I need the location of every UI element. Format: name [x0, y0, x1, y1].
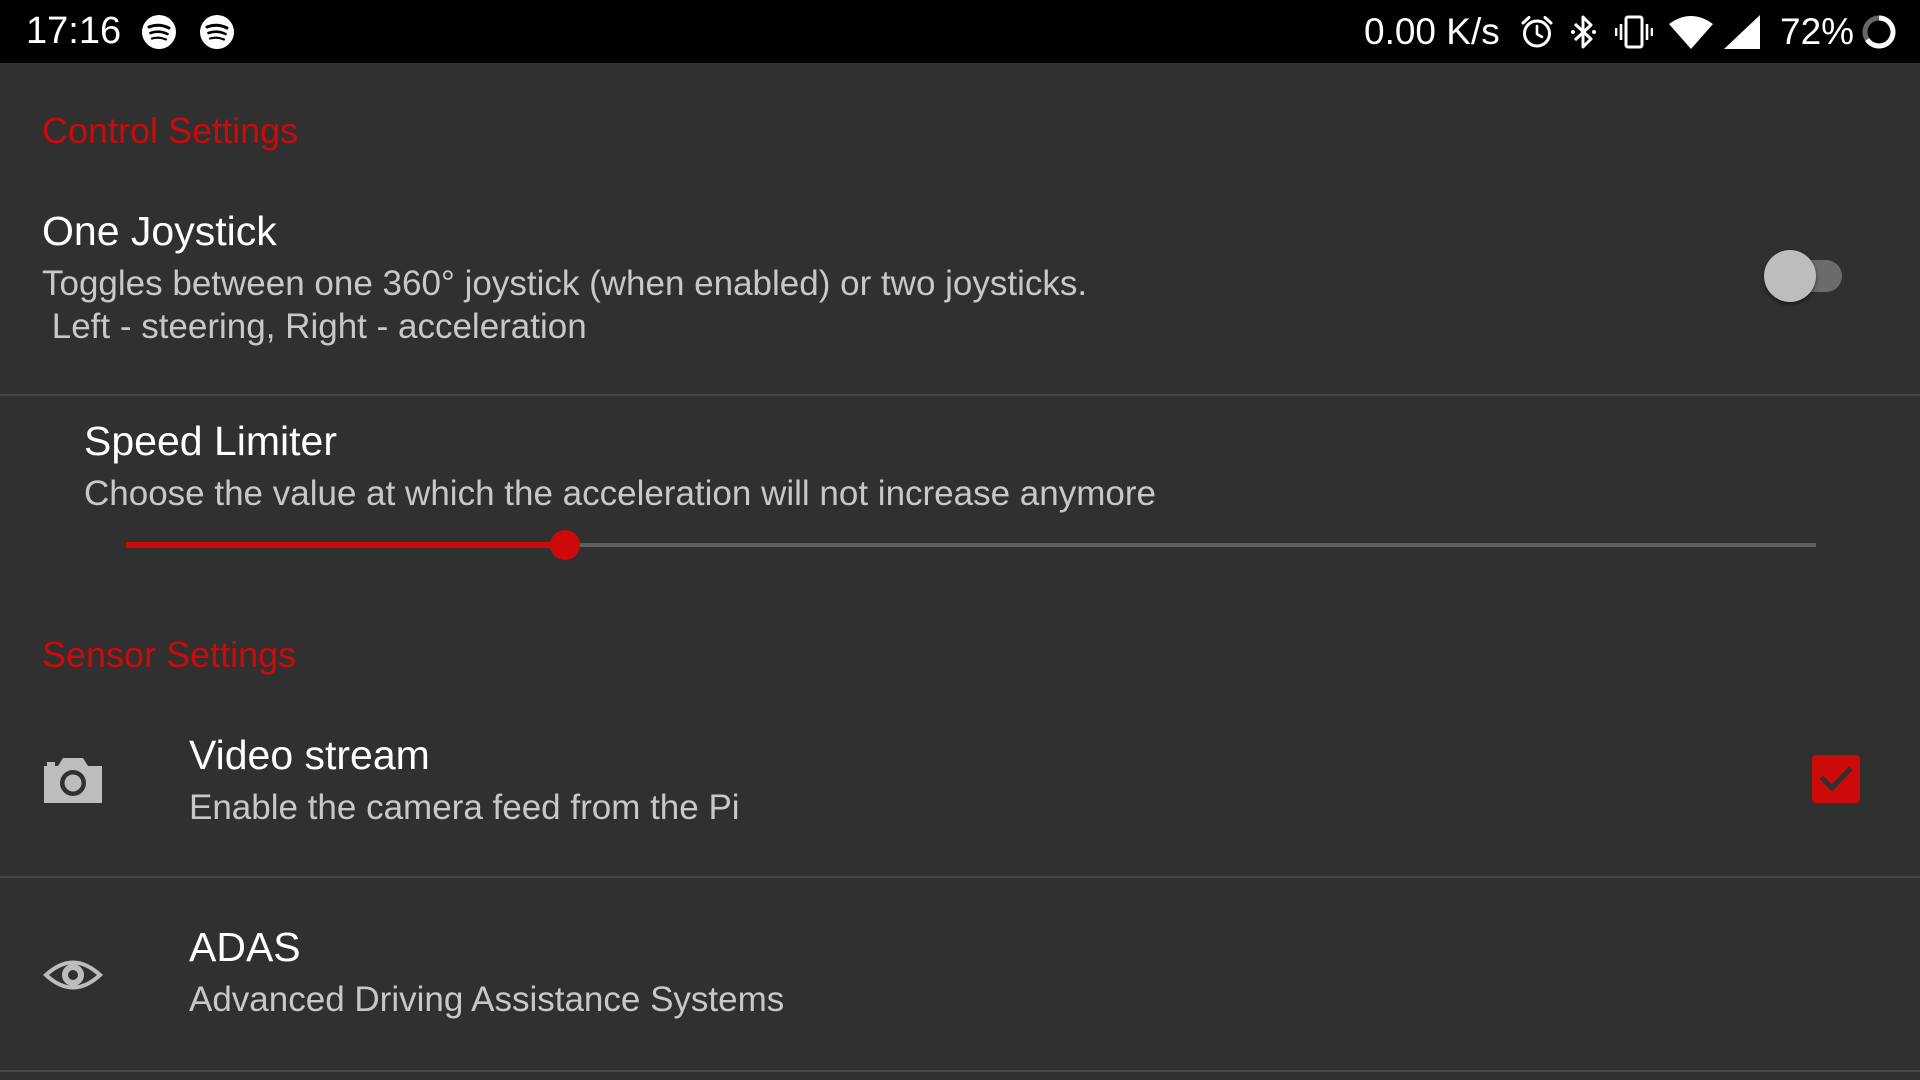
eye-icon: [40, 950, 106, 1000]
seekbar-progress: [126, 542, 565, 548]
one-joystick-preference[interactable]: One Joystick Toggles between one 360° jo…: [0, 190, 1920, 394]
wifi-icon: [1668, 13, 1714, 51]
spotify-icon: [198, 13, 236, 51]
category-control-settings: Control Settings: [42, 110, 299, 151]
seekbar-thumb[interactable]: [550, 530, 580, 560]
vibrate-icon: [1614, 13, 1654, 51]
one-joystick-switch[interactable]: [1764, 250, 1848, 302]
one-joystick-summary-line2: Left - steering, Right - acceleration: [42, 307, 587, 346]
category-sensor-settings: Sensor Settings: [42, 634, 297, 675]
switch-thumb: [1764, 250, 1816, 302]
cell-signal-icon: [1722, 13, 1762, 51]
speed-limiter-seekbar[interactable]: [126, 522, 1816, 568]
speed-limiter-title: Speed Limiter: [84, 418, 337, 464]
video-stream-summary: Enable the camera feed from the Pi: [189, 788, 740, 827]
status-bar: 17:16 0.00 K/s 72%: [0, 0, 1920, 63]
video-stream-checkbox[interactable]: [1812, 755, 1860, 803]
bluetooth-icon: [1566, 13, 1602, 51]
battery-circle-icon: [1860, 13, 1898, 51]
video-stream-preference[interactable]: Video stream Enable the camera feed from…: [0, 712, 1920, 876]
adas-title: ADAS: [189, 924, 301, 970]
camera-icon: [40, 752, 106, 808]
adas-summary: Advanced Driving Assistance Systems: [189, 980, 785, 1019]
one-joystick-title: One Joystick: [42, 208, 277, 254]
video-stream-title: Video stream: [189, 732, 430, 778]
battery-percent: 72%: [1780, 11, 1855, 52]
settings-screen: 17:16 0.00 K/s 72% Control Settings One …: [0, 0, 1920, 1080]
adas-preference[interactable]: ADAS Advanced Driving Assistance Systems: [0, 878, 1920, 1070]
check-icon: [1819, 766, 1853, 792]
spotify-icon: [140, 13, 178, 51]
network-speed: 0.00 K/s: [1364, 11, 1500, 52]
alarm-icon: [1518, 13, 1556, 51]
divider: [0, 1070, 1920, 1072]
status-time: 17:16: [26, 10, 122, 52]
one-joystick-summary-line1: Toggles between one 360° joystick (when …: [42, 264, 1088, 303]
speed-limiter-summary: Choose the value at which the accelerati…: [84, 474, 1156, 513]
